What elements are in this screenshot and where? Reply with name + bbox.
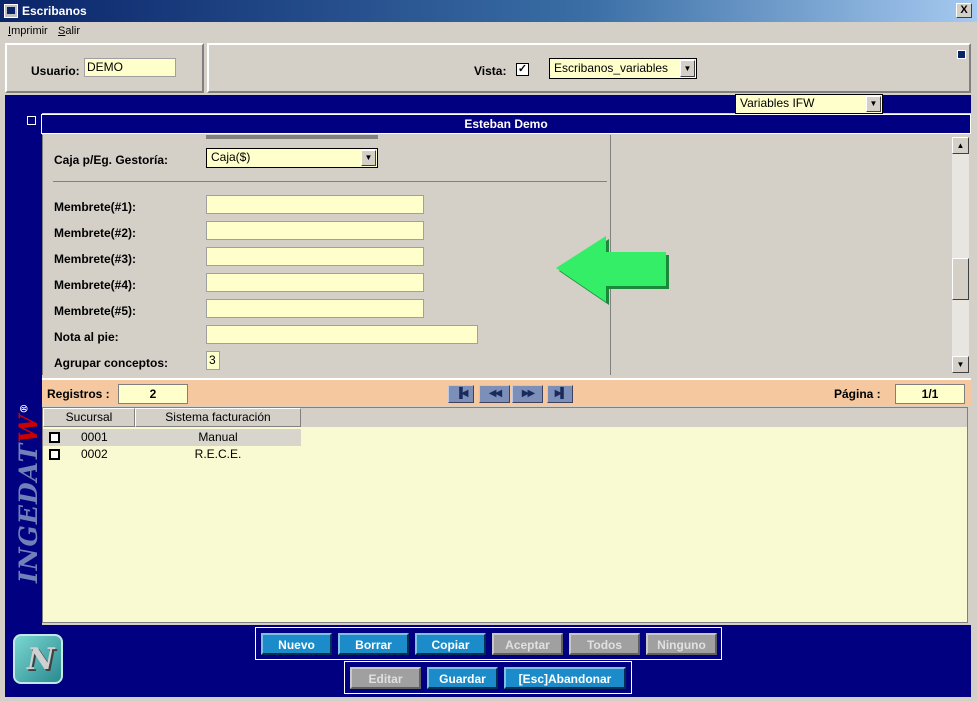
row-checkbox[interactable] (49, 432, 60, 443)
vista-select[interactable]: Escribanos_variables ▼ (549, 58, 697, 79)
membrete2-field[interactable] (206, 221, 424, 240)
menu-imprimir[interactable]: Imprimir (8, 25, 48, 37)
table-row[interactable]: 0001 Manual (43, 429, 301, 446)
table-row[interactable]: 0002 R.E.C.E. (43, 446, 301, 463)
clipped-field-edge (206, 135, 378, 139)
usuario-field[interactable]: DEMO (84, 58, 176, 77)
secondary-view-select[interactable]: Variables IFW ▼ (735, 94, 883, 114)
app-logo-icon (13, 634, 63, 684)
vista-label: Vista: (474, 64, 507, 78)
todos-button[interactable]: Todos (569, 633, 640, 655)
vista-select-value: Escribanos_variables (554, 61, 669, 75)
cell-sucursal: 0002 (81, 447, 108, 461)
user-panel: Usuario: DEMO (5, 43, 204, 93)
records-bar: Registros : 2 ▐◀ ◀◀ ▶▶ ▶▌ Página : 1/1 (42, 378, 971, 406)
agrupar-field[interactable]: 3 (206, 351, 220, 370)
records-grid: Sucursal Sistema facturación 0001 Manual… (42, 407, 968, 623)
side-band: INGEDATW® (5, 113, 43, 625)
membrete3-field[interactable] (206, 247, 424, 266)
form-separator (53, 181, 607, 182)
aceptar-button[interactable]: Aceptar (492, 633, 563, 655)
view-panel: Vista: ✓ Escribanos_variables ▼ (207, 43, 971, 93)
action-buttons-top: Nuevo Borrar Copiar Aceptar Todos Ningun… (255, 627, 722, 660)
membrete2-label: Membrete(#2): (54, 226, 137, 240)
caja-select-value: Caja($) (211, 150, 251, 164)
nota-field[interactable] (206, 325, 478, 344)
copiar-button[interactable]: Copiar (415, 633, 486, 655)
menu-bar: Imprimir Salir (0, 22, 977, 41)
title-bar: Escribanos X (0, 0, 977, 22)
guardar-button[interactable]: Guardar (427, 667, 498, 689)
action-buttons-bottom: Editar Guardar [Esc]Abandonar (344, 661, 632, 694)
registros-label: Registros : (47, 387, 110, 401)
agrupar-label: Agrupar conceptos: (54, 356, 169, 370)
usuario-label: Usuario: (31, 64, 80, 78)
grid-header: Sucursal Sistema facturación (43, 408, 967, 427)
membrete5-label: Membrete(#5): (54, 304, 137, 318)
row-checkbox[interactable] (49, 449, 60, 460)
cell-sistema: Manual (198, 430, 238, 444)
restore-icon[interactable] (957, 50, 966, 59)
borrar-button[interactable]: Borrar (338, 633, 409, 655)
chevron-down-icon[interactable]: ▼ (866, 96, 881, 112)
editar-button[interactable]: Editar (350, 667, 421, 689)
previous-page-icon[interactable]: ◀◀ (479, 385, 510, 403)
chevron-down-icon[interactable]: ▼ (680, 60, 695, 77)
column-sucursal[interactable]: Sucursal (43, 408, 135, 427)
scroll-thumb[interactable] (952, 258, 969, 300)
caja-label: Caja p/Eg. Gestoría: (54, 153, 169, 167)
membrete1-field[interactable] (206, 195, 424, 214)
cell-sucursal: 0001 (81, 430, 108, 444)
first-page-icon[interactable]: ▐◀ (448, 385, 474, 403)
scroll-up-icon[interactable]: ▲ (952, 137, 969, 154)
nuevo-button[interactable]: Nuevo (261, 633, 332, 655)
abandonar-button[interactable]: [Esc]Abandonar (504, 667, 626, 689)
membrete3-label: Membrete(#3): (54, 252, 137, 266)
membrete4-field[interactable] (206, 273, 424, 292)
secondary-view-value: Variables IFW (740, 96, 815, 110)
ninguno-button[interactable]: Ninguno (646, 633, 717, 655)
membrete4-label: Membrete(#4): (54, 278, 137, 292)
expand-icon[interactable] (27, 116, 36, 125)
next-page-icon[interactable]: ▶▶ (512, 385, 543, 403)
vista-checkbox[interactable]: ✓ (516, 63, 529, 76)
cell-sistema: R.E.C.E. (194, 447, 242, 461)
arrow-left-icon (556, 236, 669, 305)
form-panel (42, 135, 971, 375)
pagina-value: 1/1 (895, 384, 965, 404)
caja-select[interactable]: Caja($) ▼ (206, 148, 378, 168)
membrete5-field[interactable] (206, 299, 424, 318)
membrete1-label: Membrete(#1): (54, 200, 137, 214)
registros-count: 2 (118, 384, 188, 404)
last-page-icon[interactable]: ▶▌ (547, 385, 573, 403)
nota-label: Nota al pie: (54, 330, 119, 344)
app-icon (4, 4, 18, 18)
menu-salir[interactable]: Salir (58, 25, 80, 37)
vertical-scrollbar[interactable]: ▲ ▼ (952, 137, 969, 373)
column-sistema[interactable]: Sistema facturación (135, 408, 301, 427)
section-title: Esteban Demo (41, 114, 971, 134)
brand-logo: INGEDATW® (14, 402, 43, 583)
close-button[interactable]: X (956, 3, 972, 18)
pagina-label: Página : (834, 387, 881, 401)
scroll-down-icon[interactable]: ▼ (952, 356, 969, 373)
chevron-down-icon[interactable]: ▼ (361, 150, 376, 166)
window-title: Escribanos (22, 4, 87, 18)
